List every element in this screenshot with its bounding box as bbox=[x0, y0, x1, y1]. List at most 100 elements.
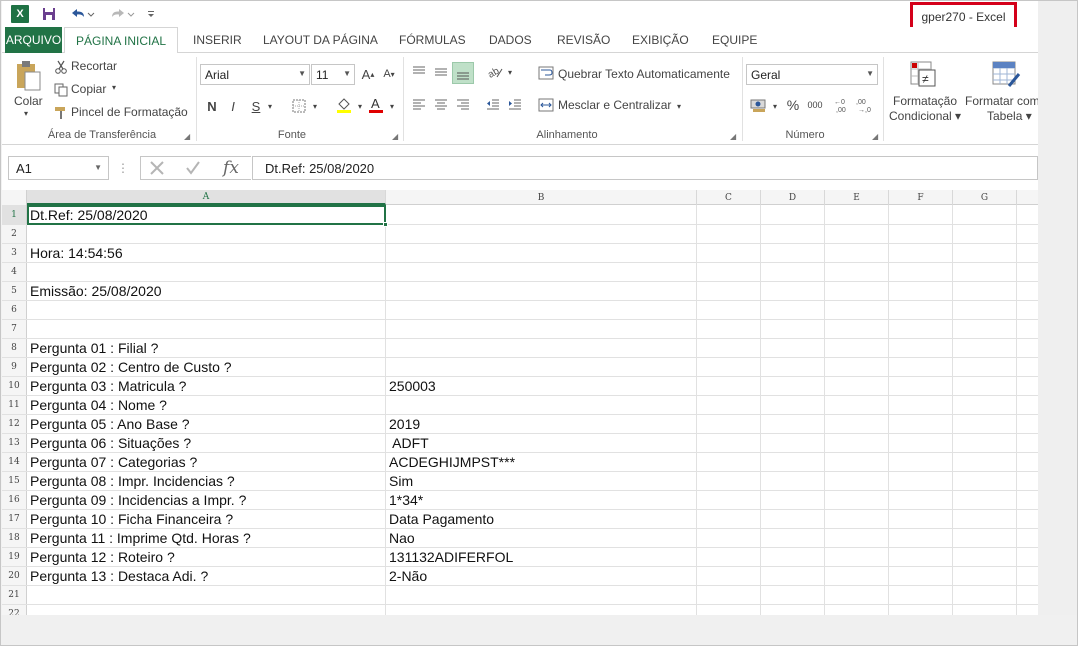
cell-empty[interactable] bbox=[697, 282, 761, 300]
cell-empty[interactable] bbox=[697, 301, 761, 319]
cell-empty[interactable] bbox=[953, 529, 1017, 547]
align-left-icon[interactable] bbox=[410, 96, 428, 114]
fill-color-dropdown-icon[interactable]: ▾ bbox=[355, 99, 365, 113]
cell-empty[interactable] bbox=[825, 301, 889, 319]
row-header[interactable]: 3 bbox=[2, 244, 27, 262]
cell-empty[interactable] bbox=[697, 510, 761, 528]
cell-empty[interactable] bbox=[761, 415, 825, 433]
cell-empty[interactable] bbox=[889, 263, 953, 281]
cell-a[interactable]: Pergunta 13 : Destaca Adi. ? bbox=[27, 567, 386, 585]
cell-empty[interactable] bbox=[697, 263, 761, 281]
borders-dropdown-icon[interactable]: ▾ bbox=[310, 99, 320, 113]
cell-a[interactable] bbox=[27, 320, 386, 338]
cell-empty[interactable] bbox=[825, 377, 889, 395]
row-header[interactable]: 11 bbox=[2, 396, 27, 414]
cell-empty[interactable] bbox=[697, 491, 761, 509]
cell-empty[interactable] bbox=[953, 491, 1017, 509]
formula-input[interactable]: Dt.Ref: 25/08/2020 bbox=[252, 156, 1038, 180]
cell-empty[interactable] bbox=[889, 358, 953, 376]
orientation-dropdown-icon[interactable]: ▾ bbox=[505, 65, 515, 79]
cell-b[interactable] bbox=[386, 586, 697, 604]
cell-b[interactable] bbox=[386, 301, 697, 319]
cell-a[interactable] bbox=[27, 301, 386, 319]
cell-empty[interactable] bbox=[953, 567, 1017, 585]
cell-empty[interactable] bbox=[953, 301, 1017, 319]
row-header[interactable]: 18 bbox=[2, 529, 27, 547]
tab-revisao[interactable]: REVISÃO bbox=[557, 27, 610, 53]
tab-inserir[interactable]: INSERIR bbox=[193, 27, 242, 53]
cell-empty[interactable] bbox=[761, 301, 825, 319]
borders-icon[interactable] bbox=[289, 97, 309, 115]
row-header[interactable]: 16 bbox=[2, 491, 27, 509]
cell-b[interactable]: ACDEGHIJMPST*** bbox=[386, 453, 697, 471]
cell-empty[interactable] bbox=[761, 548, 825, 566]
redo-icon[interactable] bbox=[108, 4, 136, 24]
tab-exibicao[interactable]: EXIBIÇÃO bbox=[632, 27, 689, 53]
cell-empty[interactable] bbox=[697, 548, 761, 566]
cell-b[interactable]: 1*34* bbox=[386, 491, 697, 509]
cell-empty[interactable] bbox=[953, 282, 1017, 300]
cell-empty[interactable] bbox=[889, 225, 953, 243]
paste-icon[interactable] bbox=[12, 59, 44, 93]
cell-empty[interactable] bbox=[761, 396, 825, 414]
format-as-table-label[interactable]: Tabela ▾ bbox=[987, 109, 1032, 123]
cell-empty[interactable] bbox=[761, 282, 825, 300]
format-as-table-icon[interactable] bbox=[990, 59, 1022, 91]
align-right-icon[interactable] bbox=[454, 96, 472, 114]
merge-center-icon[interactable] bbox=[537, 96, 555, 114]
cell-b[interactable] bbox=[386, 244, 697, 262]
tab-arquivo[interactable]: ARQUIVO bbox=[5, 27, 62, 53]
cell-empty[interactable] bbox=[761, 434, 825, 452]
row-header[interactable]: 7 bbox=[2, 320, 27, 338]
cell-empty[interactable] bbox=[697, 358, 761, 376]
cell-empty[interactable] bbox=[697, 320, 761, 338]
cell-empty[interactable] bbox=[761, 205, 825, 224]
cell-b[interactable]: Nao bbox=[386, 529, 697, 547]
row-header[interactable]: 5 bbox=[2, 282, 27, 300]
cell-empty[interactable] bbox=[889, 605, 953, 615]
tab-equipe[interactable]: EQUIPE bbox=[712, 27, 757, 53]
format-painter-button[interactable]: Pincel de Formatação bbox=[71, 105, 188, 119]
increase-indent-icon[interactable] bbox=[506, 96, 524, 114]
shrink-font-icon[interactable]: A ▾ bbox=[380, 65, 398, 83]
cell-empty[interactable] bbox=[697, 339, 761, 357]
cell-b[interactable] bbox=[386, 358, 697, 376]
cell-empty[interactable] bbox=[953, 548, 1017, 566]
cell-a[interactable]: Pergunta 11 : Imprime Qtd. Horas ? bbox=[27, 529, 386, 547]
scissors-icon[interactable] bbox=[53, 59, 69, 75]
cell-b[interactable]: 2-Não bbox=[386, 567, 697, 585]
merge-dropdown-icon[interactable]: ▾ bbox=[674, 99, 684, 113]
cell-empty[interactable] bbox=[825, 434, 889, 452]
align-middle-icon[interactable] bbox=[432, 63, 450, 81]
cell-empty[interactable] bbox=[889, 567, 953, 585]
customize-icon[interactable] bbox=[144, 4, 158, 24]
row-header[interactable]: 8 bbox=[2, 339, 27, 357]
cell-empty[interactable] bbox=[953, 377, 1017, 395]
cell-empty[interactable] bbox=[953, 244, 1017, 262]
row-header[interactable]: 1 bbox=[2, 205, 27, 224]
cell-empty[interactable] bbox=[697, 396, 761, 414]
cell-a[interactable]: Pergunta 01 : Filial ? bbox=[27, 339, 386, 357]
cell-empty[interactable] bbox=[697, 205, 761, 224]
column-header-c[interactable]: C bbox=[697, 190, 761, 205]
cell-b[interactable]: 131132ADIFERFOL bbox=[386, 548, 697, 566]
row-header[interactable]: 21 bbox=[2, 586, 27, 604]
excel-logo-icon[interactable]: X bbox=[11, 5, 29, 23]
cell-empty[interactable] bbox=[889, 339, 953, 357]
cell-empty[interactable] bbox=[889, 529, 953, 547]
cell-empty[interactable] bbox=[761, 453, 825, 471]
cell-empty[interactable] bbox=[825, 472, 889, 490]
cell-b[interactable] bbox=[386, 605, 697, 615]
font-color-icon[interactable]: A bbox=[366, 95, 386, 115]
cut-button[interactable]: Recortar bbox=[71, 59, 117, 73]
cell-empty[interactable] bbox=[825, 205, 889, 224]
cell-a[interactable]: Pergunta 10 : Ficha Financeira ? bbox=[27, 510, 386, 528]
copy-button[interactable]: Copiar bbox=[71, 82, 106, 96]
row-header[interactable]: 10 bbox=[2, 377, 27, 395]
cell-empty[interactable] bbox=[761, 358, 825, 376]
alignment-launcher-icon[interactable]: ◢ bbox=[730, 132, 736, 141]
cell-empty[interactable] bbox=[761, 320, 825, 338]
cell-empty[interactable] bbox=[889, 244, 953, 262]
cell-empty[interactable] bbox=[889, 320, 953, 338]
font-name-select[interactable]: Arial ▼ bbox=[200, 64, 310, 85]
